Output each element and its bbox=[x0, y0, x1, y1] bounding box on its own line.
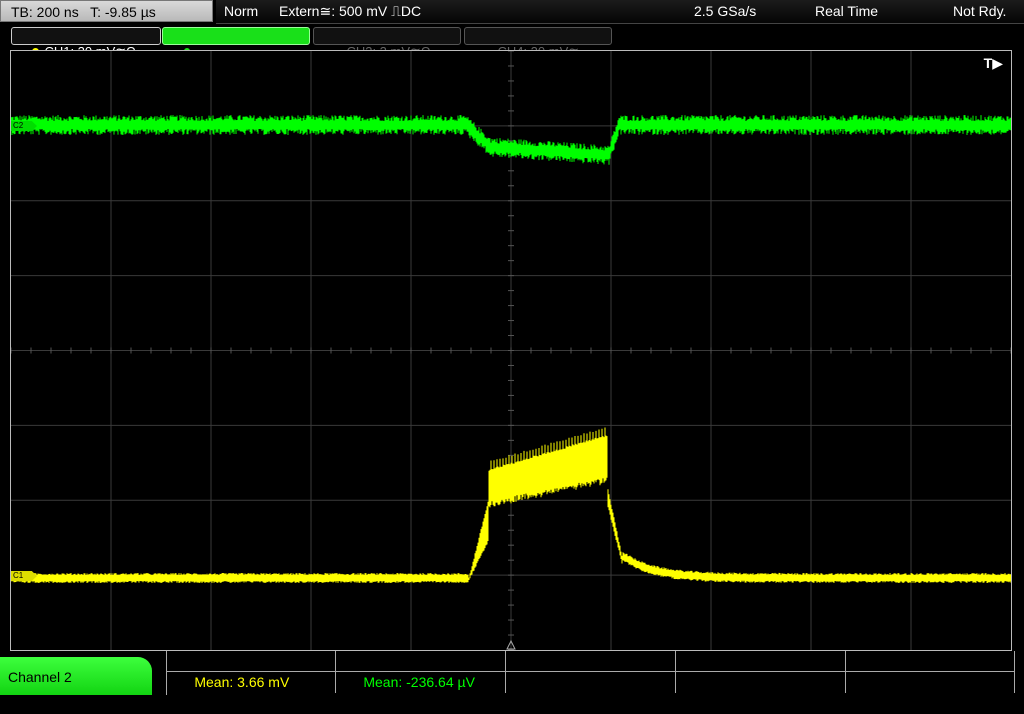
measurement-cell-6[interactable] bbox=[167, 672, 336, 693]
waveform-display[interactable]: T▶ C2 C1 bbox=[10, 50, 1012, 651]
measurement-panel: Channel 2 Mean: 3.66 mV Mean: -236.64 µV bbox=[0, 651, 1024, 695]
channel-2-tab[interactable]: CH2: 5 mV≅Ω bbox=[162, 27, 310, 59]
acquisition-mode: Real Time bbox=[815, 3, 879, 19]
measurement-cell-3[interactable] bbox=[506, 651, 676, 672]
measurement-cell-9[interactable] bbox=[676, 672, 846, 693]
measurement-cell-10[interactable] bbox=[846, 672, 1015, 693]
measurement-table: Mean: 3.66 mV Mean: -236.64 µV bbox=[166, 651, 1015, 695]
channel-1-tab[interactable]: CH1: 20 mV≅Ω bbox=[11, 27, 161, 59]
trigger-source[interactable]: Extern≅: 500 mV ⎍DC bbox=[279, 0, 421, 24]
channel-4-tab[interactable]: CH4: 20 mV≅ bbox=[464, 27, 612, 59]
trigger-mode[interactable]: Norm bbox=[224, 0, 258, 24]
top-status-bar: TB: 200 ns T: -9.85 µs Norm Extern≅: 500… bbox=[0, 0, 1024, 24]
run-status: Not Rdy. bbox=[953, 3, 1007, 19]
channel-3-tab[interactable]: CH3: 2 mV≅Ω bbox=[313, 27, 461, 59]
measurement-cell-4[interactable] bbox=[676, 651, 846, 672]
channel-1-offset-marker[interactable]: C1 bbox=[11, 571, 37, 581]
measurement-cell-7[interactable] bbox=[336, 672, 506, 693]
trigger-position-marker[interactable]: T▶ bbox=[984, 55, 1003, 72]
sample-rate: 2.5 GSa/s bbox=[694, 3, 757, 19]
timebase-readout[interactable]: TB: 200 ns T: -9.85 µs bbox=[0, 0, 213, 22]
measurement-cell-5[interactable] bbox=[846, 651, 1015, 672]
measurement-cell-2[interactable]: Mean: -236.64 µV bbox=[336, 651, 506, 690]
channel-2-softkey-tab[interactable]: Channel 2 bbox=[0, 657, 152, 695]
measurement-cell-1[interactable]: Mean: 3.66 mV bbox=[167, 651, 336, 690]
channel-bar: CH1: 20 mV≅Ω CH2: 5 mV≅Ω CH3: 2 mV≅Ω CH4… bbox=[0, 24, 1024, 59]
waveform-canvas bbox=[11, 51, 1011, 650]
measurement-cell-8[interactable] bbox=[506, 672, 676, 693]
channel-2-offset-marker[interactable]: C2 bbox=[11, 121, 37, 131]
